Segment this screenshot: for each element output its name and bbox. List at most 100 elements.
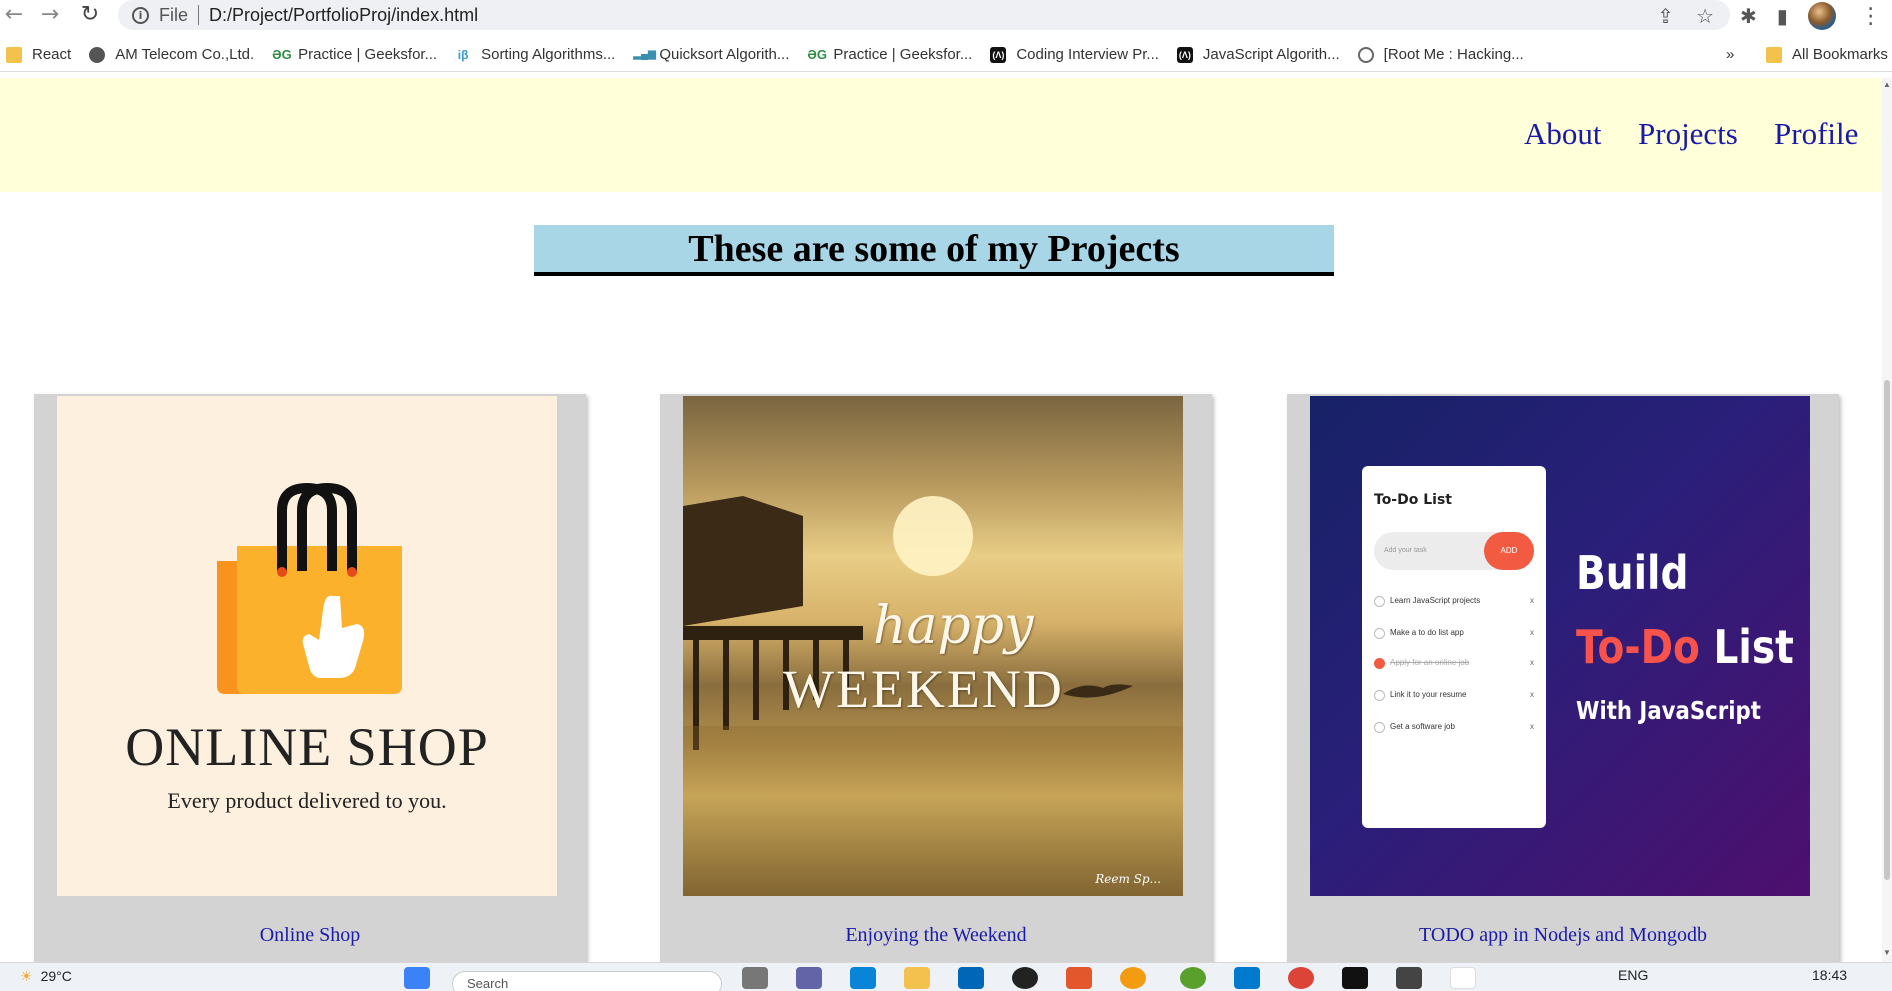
forward-arrow-icon[interactable]: → bbox=[36, 2, 64, 28]
weekend-link[interactable]: Enjoying the Weekend bbox=[660, 924, 1212, 947]
file-explorer-icon[interactable] bbox=[904, 967, 930, 989]
side-panel-icon[interactable]: ▮ bbox=[1777, 4, 1788, 28]
start-icon[interactable] bbox=[404, 967, 430, 989]
todo-link[interactable]: TODO app in Nodejs and Mongodb bbox=[1287, 924, 1839, 947]
todo-image[interactable]: To-Do List Add your task ADD Learn JavaS… bbox=[1310, 396, 1810, 896]
file-label: File bbox=[159, 4, 189, 25]
nav-projects-link[interactable]: Projects bbox=[1638, 116, 1738, 152]
bookmark-label: AM Telecom Co.,Ltd. bbox=[115, 46, 255, 63]
taskbar-search[interactable]: Search bbox=[452, 971, 722, 991]
scroll-up-arrow-icon[interactable]: ▲ bbox=[1883, 80, 1891, 89]
nav-profile-link[interactable]: Profile bbox=[1774, 116, 1858, 152]
project-card-todo[interactable]: To-Do List Add your task ADD Learn JavaS… bbox=[1287, 394, 1839, 991]
edge-icon[interactable] bbox=[850, 967, 876, 989]
bookmark-label: [Root Me : Hacking... bbox=[1383, 46, 1524, 63]
star-icon[interactable]: ☆ bbox=[1696, 4, 1714, 28]
gfg-icon: ƏG bbox=[807, 46, 827, 62]
bookmark-react[interactable]: React bbox=[6, 46, 71, 63]
close-icon: x bbox=[1530, 628, 1534, 637]
temperature-text: 29°C bbox=[40, 968, 72, 984]
todo-item: Make a to do list app x bbox=[1374, 626, 1534, 642]
todo-panel: To-Do List Add your task ADD Learn JavaS… bbox=[1362, 466, 1546, 828]
site-header: About Projects Profile bbox=[0, 78, 1882, 192]
signature: Reem Sp... bbox=[1095, 872, 1161, 886]
online-shop-image[interactable]: ONLINE SHOP Every product delivered to y… bbox=[57, 396, 557, 896]
extensions-icon[interactable]: ✱ bbox=[1740, 4, 1757, 28]
online-shop-subtitle: Every product delivered to you. bbox=[167, 788, 447, 813]
clock[interactable]: 18:43 bbox=[1812, 967, 1847, 983]
back-arrow-icon[interactable]: ← bbox=[0, 2, 28, 28]
sun-icon: ☀ bbox=[20, 968, 33, 984]
bookmarks-bar: React AM Telecom Co.,Ltd. ƏG Practice | G… bbox=[0, 38, 1892, 72]
page-title: These are some of my Projects bbox=[534, 225, 1334, 276]
app-icon[interactable] bbox=[1342, 967, 1368, 989]
todo-item-text: Get a software job bbox=[1390, 722, 1455, 731]
bookmark-gfg-1[interactable]: ƏG Practice | Geeksfor... bbox=[272, 46, 437, 63]
url-text[interactable]: D:/Project/PortfolioProj/index.html bbox=[209, 5, 478, 26]
shopping-bag-icon bbox=[217, 482, 402, 694]
share-icon[interactable]: ⇪ bbox=[1657, 4, 1674, 28]
bookmark-label: Practice | Geeksfor... bbox=[298, 46, 438, 63]
weather-widget[interactable]: ☀ 29°C bbox=[20, 968, 72, 985]
online-shop-title: ONLINE SHOP bbox=[125, 717, 489, 777]
app-icon[interactable] bbox=[1450, 967, 1476, 989]
todo-add-button: ADD bbox=[1484, 532, 1534, 570]
globe-icon bbox=[89, 46, 106, 63]
bookmark-am-telecom[interactable]: AM Telecom Co.,Ltd. bbox=[89, 46, 254, 63]
app-icon[interactable] bbox=[1180, 967, 1206, 989]
todo-item: Learn JavaScript projects x bbox=[1374, 594, 1534, 610]
reload-icon[interactable]: ↻ bbox=[76, 2, 104, 28]
todo-item: Link it to your resume x bbox=[1374, 688, 1534, 704]
bookmark-quicksort[interactable]: ▂▄▆ Quicksort Algorith... bbox=[633, 46, 789, 63]
folder-icon bbox=[1766, 46, 1782, 63]
close-icon: x bbox=[1530, 722, 1534, 731]
info-icon[interactable]: i bbox=[132, 6, 149, 24]
todo-item-text: Learn JavaScript projects bbox=[1390, 596, 1481, 605]
app-icon[interactable] bbox=[1396, 967, 1422, 989]
omnibox-actions: ⇪ ☆ bbox=[1657, 4, 1714, 28]
bookmark-js-algorithms[interactable]: (Λ) JavaScript Algorith... bbox=[1176, 46, 1340, 63]
avatar[interactable] bbox=[1807, 2, 1836, 30]
bookmark-label: Sorting Algorithms... bbox=[481, 46, 616, 63]
address-separator bbox=[198, 5, 200, 25]
all-bookmarks-button[interactable]: All Bookmarks bbox=[1766, 46, 1888, 63]
close-icon: x bbox=[1530, 690, 1534, 699]
todo-item-text: Link it to your resume bbox=[1390, 690, 1467, 699]
project-card-weekend[interactable]: happy WEEKEND Reem Sp... Enjoying the We… bbox=[660, 394, 1212, 991]
chrome-icon[interactable] bbox=[1288, 967, 1314, 989]
list-text: List bbox=[1713, 620, 1794, 674]
bookmark-gfg-2[interactable]: ƏG Practice | Geeksfor... bbox=[807, 46, 972, 63]
chart-icon: ▂▄▆ bbox=[633, 48, 656, 60]
bookmark-coding-interview[interactable]: (Λ) Coding Interview Pr... bbox=[990, 46, 1159, 63]
vscode-icon[interactable] bbox=[1234, 967, 1260, 989]
scroll-down-arrow-icon[interactable]: ▼ bbox=[1883, 948, 1891, 957]
app-icon[interactable] bbox=[1066, 967, 1092, 989]
ib-icon: iβ bbox=[457, 47, 469, 62]
bookmark-sorting[interactable]: iβ Sorting Algorithms... bbox=[455, 46, 616, 63]
checkbox-icon bbox=[1374, 690, 1385, 701]
bookmark-label: React bbox=[32, 46, 72, 63]
app-icon[interactable] bbox=[1012, 967, 1038, 989]
todo-list-text: To-Do List bbox=[1576, 620, 1794, 674]
app-icon[interactable] bbox=[1120, 967, 1146, 989]
teams-icon[interactable] bbox=[796, 967, 822, 989]
language-indicator[interactable]: ENG bbox=[1618, 967, 1648, 983]
bookmark-label: JavaScript Algorith... bbox=[1202, 46, 1340, 63]
nav-about-link[interactable]: About bbox=[1524, 116, 1602, 152]
todo-item: Apply for an online job x bbox=[1374, 656, 1534, 672]
task-view-icon[interactable] bbox=[742, 967, 768, 989]
todo-text: To-Do bbox=[1576, 620, 1700, 674]
weekend-image[interactable]: happy WEEKEND Reem Sp... bbox=[683, 396, 1183, 896]
store-icon[interactable] bbox=[958, 967, 984, 989]
checkbox-icon bbox=[1374, 628, 1385, 639]
close-icon: x bbox=[1530, 596, 1534, 605]
project-card-online-shop[interactable]: ONLINE SHOP Every product delivered to y… bbox=[34, 394, 586, 991]
rootme-icon bbox=[1357, 46, 1374, 63]
bookmarks-overflow-button[interactable]: » bbox=[1726, 46, 1734, 63]
menu-icon[interactable]: ⋮ bbox=[1860, 4, 1882, 29]
scrollbar-thumb[interactable] bbox=[1884, 380, 1890, 880]
bookmark-root-me[interactable]: [Root Me : Hacking... bbox=[1357, 46, 1524, 63]
address-bar[interactable]: i File D:/Project/PortfolioProj/index.ht… bbox=[118, 0, 1730, 30]
bookmark-label: Coding Interview Pr... bbox=[1016, 46, 1159, 63]
online-shop-link[interactable]: Online Shop bbox=[34, 924, 586, 947]
